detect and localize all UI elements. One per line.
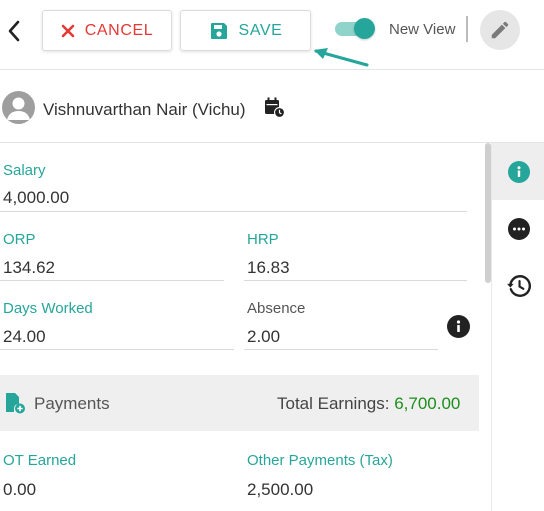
more-icon: [507, 217, 530, 240]
total-earnings: Total Earnings: 6,700.00: [277, 394, 460, 414]
other-payments-value[interactable]: 2,500.00: [247, 480, 313, 500]
rail-info-button[interactable]: [492, 143, 544, 200]
cancel-button-label: CANCEL: [84, 21, 154, 39]
person-icon: [7, 97, 30, 120]
new-view-toggle[interactable]: [335, 18, 375, 40]
toolbar-divider: [466, 16, 468, 42]
info-icon: [507, 160, 530, 183]
orp-underline: [0, 280, 224, 281]
salary-underline: [0, 211, 467, 212]
salary-value[interactable]: 4,000.00: [3, 188, 69, 208]
payments-doc-icon: [6, 393, 25, 414]
absence-underline: [244, 349, 438, 350]
ot-earned-label: OT Earned: [3, 452, 77, 469]
toggle-knob: [354, 18, 375, 39]
orp-label: ORP: [3, 231, 36, 248]
pencil-icon: [491, 21, 509, 39]
save-disk-icon: [210, 22, 227, 39]
absence-label: Absence: [247, 300, 306, 317]
back-button[interactable]: [4, 18, 24, 44]
other-payments-label: Other Payments (Tax): [247, 452, 393, 469]
absence-info-button[interactable]: [447, 315, 470, 338]
close-icon: [61, 24, 75, 37]
hrp-value[interactable]: 16.83: [247, 258, 290, 278]
pointer-arrow-icon: [314, 48, 369, 67]
edit-button[interactable]: [480, 10, 520, 50]
history-icon: [506, 274, 531, 297]
toolbar: CANCEL SAVE New View: [0, 0, 544, 70]
payments-section-header[interactable]: Payments Total Earnings: 6,700.00: [0, 375, 479, 431]
total-earnings-label: Total Earnings:: [277, 394, 395, 413]
rail-history-button[interactable]: [492, 257, 544, 314]
calendar-clock-icon[interactable]: [264, 97, 286, 119]
employee-header: Vishnuvarthan Nair (Vichu): [0, 70, 544, 143]
days-worked-label: Days Worked: [3, 300, 93, 317]
salary-label: Salary: [3, 162, 46, 179]
back-chevron-icon: [8, 20, 20, 42]
employee-name: Vishnuvarthan Nair (Vichu): [43, 100, 246, 119]
days-worked-underline: [0, 349, 234, 350]
avatar: [2, 91, 35, 124]
save-button-label: SAVE: [238, 21, 283, 39]
cancel-button[interactable]: CANCEL: [42, 10, 172, 51]
rail-more-button[interactable]: [492, 200, 544, 257]
orp-value[interactable]: 134.62: [3, 258, 55, 278]
total-earnings-value: 6,700.00: [394, 394, 461, 413]
days-worked-value[interactable]: 24.00: [3, 327, 46, 347]
hrp-underline: [244, 280, 467, 281]
info-icon: [456, 320, 461, 332]
save-button[interactable]: SAVE: [180, 10, 311, 51]
side-rail: [491, 143, 544, 511]
new-view-label: New View: [389, 21, 456, 38]
hrp-label: HRP: [247, 231, 279, 248]
absence-value[interactable]: 2.00: [247, 327, 280, 347]
ot-earned-value[interactable]: 0.00: [3, 480, 36, 500]
payments-label: Payments: [34, 394, 110, 413]
